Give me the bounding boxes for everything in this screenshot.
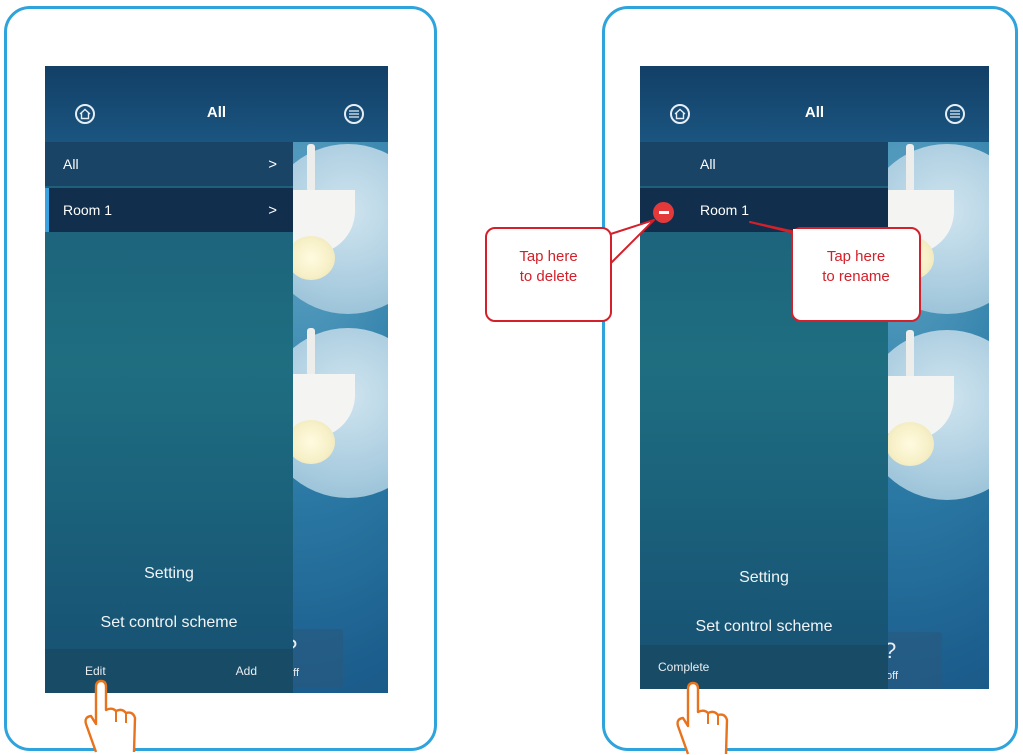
callout-joint bbox=[793, 229, 833, 241]
callout-text: Tap here bbox=[826, 248, 886, 265]
callout-joint bbox=[593, 240, 610, 266]
callout-text: Tap here bbox=[519, 248, 578, 265]
callout-text: to delete bbox=[519, 268, 578, 285]
callout-text: to rename bbox=[822, 268, 890, 285]
pointing-hand-icon bbox=[676, 681, 729, 755]
callout-pointers bbox=[591, 219, 833, 269]
rename-callout: Tap here to rename bbox=[791, 227, 921, 322]
